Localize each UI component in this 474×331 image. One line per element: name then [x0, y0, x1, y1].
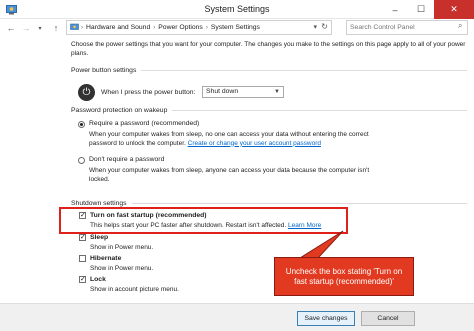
breadcrumb-power-options[interactable]: Power Options [158, 24, 203, 31]
sleep-checkbox[interactable]: ✓ Sleep [79, 234, 108, 241]
footer-bar: Save changes Cancel [0, 303, 474, 331]
recent-locations-chevron-icon[interactable]: ▾ [34, 22, 46, 34]
breadcrumb-separator: › [81, 24, 83, 31]
checkbox-label: Lock [90, 276, 106, 283]
address-bar[interactable]: › Hardware and Sound › Power Options › S… [66, 20, 332, 35]
description-line: password to unlock the computer. [89, 139, 186, 147]
radio-label: Require a password (recommended) [89, 120, 200, 127]
require-password-description: When your computer wakes from sleep, no … [89, 131, 469, 148]
description-line: When your computer wakes from sleep, any… [89, 167, 370, 174]
power-button-section-header: Power button settings [71, 67, 467, 74]
divider [141, 70, 467, 71]
up-arrow-icon[interactable]: ↑ [50, 22, 62, 34]
close-button[interactable]: ✕ [434, 0, 474, 19]
divider [131, 203, 467, 204]
hibernate-checkbox[interactable]: Hibernate [79, 255, 121, 262]
instruction-callout: Uncheck the box stating 'Turn on fast st… [274, 257, 414, 296]
checkbox-checked-icon[interactable]: ✓ [79, 276, 86, 283]
search-icon[interactable]: ⌕ [458, 21, 471, 31]
description-line: When your computer wakes from sleep, no … [89, 131, 369, 138]
intro-text: Choose the power settings that you want … [71, 41, 466, 57]
dont-require-password-radio[interactable]: Don't require a password [78, 156, 164, 164]
password-section-header: Password protection on wakeup [71, 107, 467, 114]
radio-label: Don't require a password [89, 156, 165, 163]
checkbox-label: Sleep [90, 234, 109, 241]
breadcrumb-system-settings[interactable]: System Settings [211, 24, 260, 31]
dont-require-password-description: When your computer wakes from sleep, any… [89, 167, 469, 184]
chevron-down-icon: ▼ [274, 89, 280, 95]
require-password-radio[interactable]: Require a password (recommended) [78, 120, 199, 128]
checkbox-checked-icon[interactable]: ✓ [79, 234, 86, 241]
refresh-icon[interactable]: ↻ [321, 22, 328, 31]
radio-unselected-icon[interactable] [78, 157, 85, 164]
section-title: Password protection on wakeup [71, 107, 168, 114]
cancel-button[interactable]: Cancel [361, 311, 415, 326]
power-button-action-select[interactable]: Shut down ▼ [202, 86, 284, 98]
back-arrow-icon[interactable]: ← [5, 22, 17, 34]
create-password-link[interactable]: Create or change your user account passw… [188, 140, 321, 147]
checkbox-unchecked-icon[interactable] [79, 255, 86, 262]
lock-description: Show in account picture menu. [90, 286, 179, 293]
maximize-button[interactable]: ☐ [408, 0, 434, 19]
callout-line: Uncheck the box stating 'Turn on [285, 267, 403, 276]
control-panel-small-icon [70, 23, 79, 30]
title-bar: System Settings – ☐ ✕ [0, 0, 474, 19]
radio-selected-icon[interactable] [78, 121, 85, 128]
shutdown-section-header: Shutdown settings [71, 200, 467, 207]
address-dropdown-icon[interactable]: ▾ [313, 23, 317, 31]
sleep-description: Show in Power menu. [90, 244, 154, 251]
section-title: Shutdown settings [71, 200, 127, 207]
search-input[interactable] [346, 20, 468, 35]
power-button-label: When I press the power button: [101, 88, 196, 96]
checkbox-label: Hibernate [90, 255, 122, 262]
hibernate-description: Show in Power menu. [90, 265, 154, 272]
forward-arrow-icon[interactable]: → [20, 22, 32, 34]
save-changes-button[interactable]: Save changes [297, 311, 355, 326]
fast-startup-highlight-box [59, 207, 348, 234]
lock-checkbox[interactable]: ✓ Lock [79, 276, 106, 283]
power-button-row: ⏻ When I press the power button: Shut do… [78, 82, 378, 102]
divider [172, 110, 467, 111]
breadcrumb-hardware-and-sound[interactable]: Hardware and Sound [86, 24, 150, 31]
description-line: locked. [89, 175, 110, 183]
power-icon: ⏻ [78, 83, 95, 101]
address-bar-row: ← → ▾ ↑ › Hardware and Sound › Power Opt… [0, 19, 474, 37]
select-value: Shut down [206, 88, 239, 95]
minimize-button[interactable]: – [382, 0, 408, 19]
breadcrumb-separator: › [153, 24, 156, 31]
section-title: Power button settings [71, 67, 137, 74]
callout-line: fast startup (recommended)' [294, 277, 394, 286]
breadcrumb-separator: › [205, 24, 208, 31]
